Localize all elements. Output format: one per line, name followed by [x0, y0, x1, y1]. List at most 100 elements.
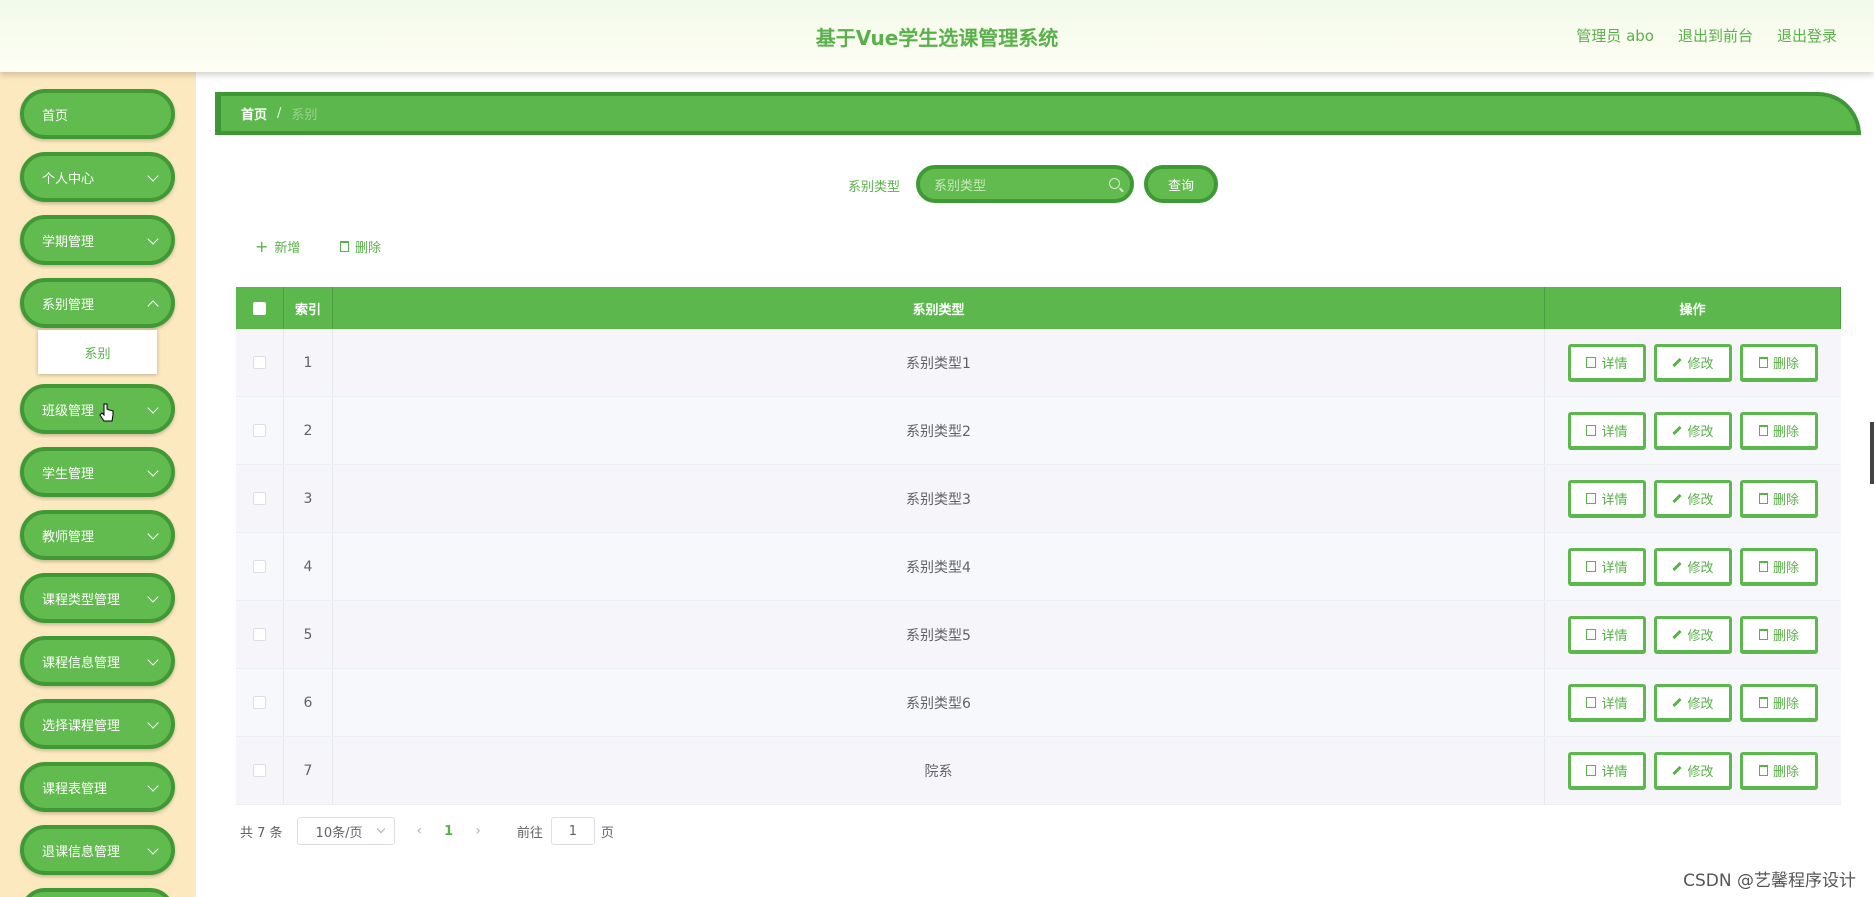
row-ops-group: 详情 修改 删除 — [1568, 479, 1818, 518]
submenu-item-department[interactable]: 系别 — [38, 330, 157, 374]
query-button[interactable]: 查询 — [1144, 165, 1218, 203]
row-checkbox[interactable] — [253, 560, 266, 573]
scrollbar-thumb[interactable] — [1870, 422, 1874, 484]
detail-label: 详情 — [1601, 356, 1628, 372]
chevron-down-icon — [147, 233, 159, 245]
row-checkbox[interactable] — [253, 764, 266, 777]
row-select-cell — [236, 329, 284, 396]
chevron-down-icon — [147, 402, 159, 414]
goto-page-input[interactable]: 1 — [550, 817, 595, 845]
sidebar-item-label: 退课信息管理 — [42, 844, 121, 860]
edit-label: 修改 — [1687, 628, 1714, 644]
delete-label: 删除 — [1772, 356, 1799, 372]
sidebar-item-drop-course[interactable]: 退课信息管理 — [20, 825, 175, 875]
detail-button[interactable]: 详情 — [1568, 411, 1646, 450]
sidebar-item-student[interactable]: 学生管理 — [20, 447, 175, 497]
pencil-icon — [1672, 697, 1683, 707]
row-delete-button[interactable]: 删除 — [1740, 751, 1818, 790]
row-ops: 详情 修改 删除 — [1545, 465, 1841, 532]
exit-to-front-link[interactable]: 退出到前台 — [1678, 25, 1753, 46]
row-checkbox[interactable] — [253, 628, 266, 641]
edit-button[interactable]: 修改 — [1654, 479, 1732, 518]
row-delete-button[interactable]: 删除 — [1740, 479, 1818, 518]
row-select-cell — [236, 669, 284, 736]
header-select-all — [236, 287, 284, 329]
sidebar-item-more[interactable] — [20, 888, 175, 897]
page-number-current[interactable]: 1 — [444, 824, 453, 839]
row-type: 系别类型1 — [333, 329, 1545, 396]
sidebar-item-teacher[interactable]: 教师管理 — [20, 510, 175, 560]
bulk-delete-button[interactable]: 删除 — [340, 237, 381, 256]
trash-icon — [1758, 356, 1768, 368]
edit-button[interactable]: 修改 — [1654, 615, 1732, 654]
row-delete-button[interactable]: 删除 — [1740, 615, 1818, 654]
table-header: 索引 系别类型 操作 — [236, 287, 1841, 329]
header-ops: 操作 — [1545, 287, 1841, 329]
add-button[interactable]: + 新增 — [255, 237, 301, 257]
delete-label: 删除 — [1772, 764, 1799, 780]
document-icon — [1586, 424, 1597, 436]
row-delete-button[interactable]: 删除 — [1740, 547, 1818, 586]
edit-label: 修改 — [1687, 424, 1714, 440]
row-checkbox[interactable] — [253, 696, 266, 709]
goto-label: 前往 — [516, 825, 543, 841]
page-size-value: 10条/页 — [315, 825, 363, 841]
detail-label: 详情 — [1601, 492, 1628, 508]
sidebar-item-personal-center[interactable]: 个人中心 — [20, 152, 175, 202]
edit-button[interactable]: 修改 — [1654, 343, 1732, 382]
pencil-icon — [1672, 425, 1683, 435]
detail-button[interactable]: 详情 — [1568, 751, 1646, 790]
edit-button[interactable]: 修改 — [1654, 547, 1732, 586]
row-type: 系别类型5 — [333, 601, 1545, 668]
table-row: 2 系别类型2 详情 修改 删除 — [236, 397, 1841, 465]
sidebar-item-class[interactable]: 班级管理 — [20, 384, 175, 434]
detail-button[interactable]: 详情 — [1568, 615, 1646, 654]
row-ops-group: 详情 修改 删除 — [1568, 343, 1818, 382]
row-delete-button[interactable]: 删除 — [1740, 683, 1818, 722]
row-index: 3 — [284, 465, 333, 532]
row-index: 6 — [284, 669, 333, 736]
delete-label: 删除 — [1772, 492, 1799, 508]
detail-label: 详情 — [1601, 560, 1628, 576]
sidebar-item-department[interactable]: 系别管理 — [20, 278, 175, 328]
edit-button[interactable]: 修改 — [1654, 751, 1732, 790]
table-row: 1 系别类型1 详情 修改 删除 — [236, 329, 1841, 397]
sidebar-item-label: 首页 — [42, 108, 69, 124]
prev-page-button[interactable]: ‹ — [417, 823, 423, 839]
breadcrumb-home[interactable]: 首页 — [241, 104, 267, 123]
detail-button[interactable]: 详情 — [1568, 683, 1646, 722]
sidebar-item-label: 系别管理 — [42, 297, 95, 313]
next-page-button[interactable]: › — [475, 823, 481, 839]
document-icon — [1586, 764, 1597, 776]
row-ops: 详情 修改 删除 — [1545, 533, 1841, 600]
row-delete-button[interactable]: 删除 — [1740, 411, 1818, 450]
search-input[interactable]: 系别类型 — [916, 165, 1134, 203]
row-select-cell — [236, 601, 284, 668]
select-all-checkbox[interactable] — [253, 301, 266, 315]
sidebar-item-course-selection[interactable]: 选择课程管理 — [20, 699, 175, 749]
row-select-cell — [236, 465, 284, 532]
row-type: 系别类型4 — [333, 533, 1545, 600]
edit-button[interactable]: 修改 — [1654, 411, 1732, 450]
detail-button[interactable]: 详情 — [1568, 547, 1646, 586]
document-icon — [1586, 628, 1597, 640]
add-label: 新增 — [274, 241, 301, 256]
row-checkbox[interactable] — [253, 356, 266, 369]
edit-button[interactable]: 修改 — [1654, 683, 1732, 722]
row-ops-group: 详情 修改 删除 — [1568, 547, 1818, 586]
sidebar-item-timetable[interactable]: 课程表管理 — [20, 762, 175, 812]
row-checkbox[interactable] — [253, 492, 266, 505]
row-checkbox[interactable] — [253, 424, 266, 437]
detail-button[interactable]: 详情 — [1568, 343, 1646, 382]
sidebar-item-home[interactable]: 首页 — [20, 89, 175, 139]
edit-label: 修改 — [1687, 560, 1714, 576]
row-delete-button[interactable]: 删除 — [1740, 343, 1818, 382]
logout-link[interactable]: 退出登录 — [1777, 25, 1837, 46]
detail-button[interactable]: 详情 — [1568, 479, 1646, 518]
sidebar-item-course-type[interactable]: 课程类型管理 — [20, 573, 175, 623]
sidebar-item-semester[interactable]: 学期管理 — [20, 215, 175, 265]
row-select-cell — [236, 397, 284, 464]
table-row: 4 系别类型4 详情 修改 删除 — [236, 533, 1841, 601]
sidebar-item-course-info[interactable]: 课程信息管理 — [20, 636, 175, 686]
page-size-select[interactable]: 10条/页 — [296, 817, 395, 845]
